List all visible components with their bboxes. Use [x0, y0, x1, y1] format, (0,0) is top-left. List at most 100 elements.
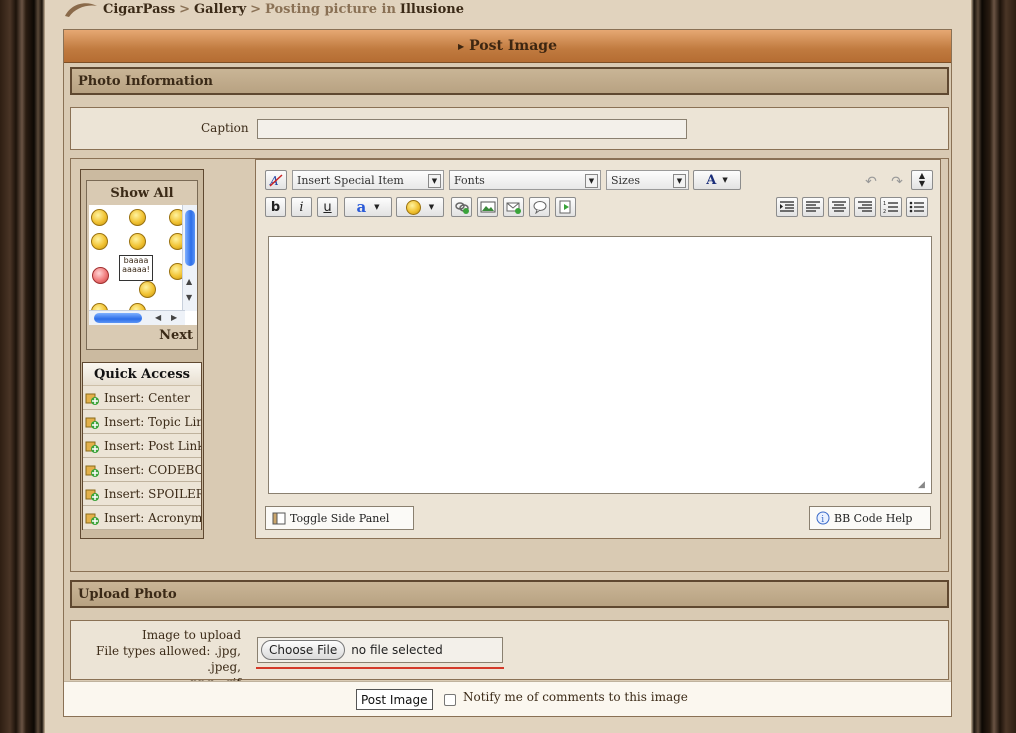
ordered-list-button[interactable]: 12 — [880, 197, 902, 217]
quick-insert-codebox[interactable]: Insert: CODEBOX — [83, 458, 201, 482]
message-textarea[interactable] — [268, 236, 932, 494]
file-upload-input[interactable]: Choose File no file selected — [257, 637, 503, 663]
quote-icon — [533, 201, 546, 214]
rich-text-editor: A Insert Special Item ▼ Fonts ▼ Sizes ▼ … — [255, 159, 941, 539]
scroll-left-icon[interactable]: ◀ — [155, 313, 161, 322]
insert-email-button[interactable] — [503, 197, 524, 217]
align-right-button[interactable] — [854, 197, 876, 217]
quick-insert-spoiler[interactable]: Insert: SPOILER — [83, 482, 201, 506]
scroll-thumb[interactable] — [94, 313, 142, 323]
insert-plus-icon — [85, 441, 99, 453]
notify-label[interactable]: Notify me of comments to this image — [463, 690, 688, 704]
smiley-vertical-scrollbar[interactable]: ▲ ▼ — [182, 205, 197, 311]
align-left-icon — [806, 201, 820, 212]
expand-vertical-icon: ▲ ▼ — [918, 171, 926, 188]
sizes-value: Sizes — [611, 173, 641, 187]
scroll-down-icon[interactable]: ▼ — [186, 293, 192, 302]
caption-input[interactable] — [257, 119, 687, 139]
scroll-thumb[interactable] — [185, 210, 195, 266]
quick-insert-center[interactable]: Insert: Center — [83, 386, 201, 410]
bbcode-help-label: BB Code Help — [834, 511, 913, 525]
smiley-icon — [405, 199, 421, 215]
quick-insert-post-link[interactable]: Insert: Post Link — [83, 434, 201, 458]
smiley-horizontal-scrollbar[interactable]: ◀ ▶ — [89, 310, 185, 325]
page-title-bar: ▶ Post Image — [64, 30, 951, 63]
smiley-icon[interactable] — [129, 209, 146, 226]
resize-editor-button[interactable]: ▲ ▼ — [911, 170, 933, 190]
insert-link-button[interactable] — [451, 197, 472, 217]
upload-panel: Image to upload File types allowed: .jpg… — [70, 620, 949, 690]
fonts-select[interactable]: Fonts ▼ — [449, 170, 601, 190]
next-smilies-link[interactable]: Next — [159, 328, 193, 343]
resize-grip-icon[interactable]: ◢ — [918, 480, 925, 490]
quick-item-label: Insert: SPOILER — [104, 486, 201, 501]
remove-format-button[interactable]: A — [265, 170, 287, 190]
toggle-side-panel-label: Toggle Side Panel — [290, 511, 390, 525]
svg-text:i: i — [821, 515, 824, 525]
site-logo-icon — [65, 3, 97, 17]
info-icon: i — [816, 511, 830, 525]
smiley-icon[interactable] — [91, 209, 108, 226]
post-image-button[interactable]: Post Image — [356, 689, 433, 710]
scroll-up-icon[interactable]: ▲ — [186, 277, 192, 286]
fonts-value: Fonts — [454, 173, 485, 187]
svg-text:1: 1 — [883, 201, 886, 207]
breadcrumb-site-link[interactable]: CigarPass — [103, 2, 175, 17]
breadcrumb-posting-prefix: Posting picture in — [265, 1, 396, 17]
choose-file-button[interactable]: Choose File — [261, 640, 346, 660]
no-file-selected-text: no file selected — [351, 643, 443, 657]
toggle-side-panel-button[interactable]: Toggle Side Panel — [265, 506, 414, 530]
insert-image-button[interactable] — [477, 197, 498, 217]
smilies-dropdown-button[interactable]: ▼ — [396, 197, 444, 217]
quick-item-label: Insert: CODEBOX — [104, 462, 201, 477]
insert-special-item-select[interactable]: Insert Special Item ▼ — [292, 170, 444, 190]
italic-button[interactable]: i — [291, 197, 312, 217]
image-to-upload-label: Image to upload — [141, 628, 241, 642]
undo-button[interactable]: ↶ — [861, 172, 881, 192]
chevron-down-icon: ▼ — [585, 174, 598, 188]
align-center-button[interactable] — [828, 197, 850, 217]
redo-button[interactable]: ↷ — [887, 172, 907, 192]
smiley-icon[interactable] — [129, 233, 146, 250]
editor-section: Show All baaaa aaaaa! ▲ ▼ ◀ ▶ Next Quick… — [70, 158, 949, 572]
upload-error-underline — [256, 667, 504, 669]
photo-information-title: Photo Information — [78, 73, 213, 89]
chevron-down-icon: ▼ — [722, 176, 728, 184]
text-color-button[interactable]: a ▼ — [344, 197, 392, 217]
insert-quote-button[interactable] — [529, 197, 550, 217]
side-panel: Show All baaaa aaaaa! ▲ ▼ ◀ ▶ Next Quick… — [80, 169, 204, 539]
right-frame — [971, 0, 1016, 733]
font-color-button[interactable]: A ▼ — [693, 170, 741, 190]
upload-photo-header: Upload Photo — [70, 580, 949, 608]
indent-button[interactable] — [776, 197, 798, 217]
sign-smiley-icon[interactable]: baaaa aaaaa! — [119, 255, 153, 281]
smiley-panel: Show All baaaa aaaaa! ▲ ▼ ◀ ▶ Next — [86, 180, 198, 350]
triangle-right-icon: ▶ — [458, 41, 465, 51]
quick-insert-topic-link[interactable]: Insert: Topic Link — [83, 410, 201, 434]
show-all-smilies-link[interactable]: Show All — [87, 181, 197, 205]
upload-photo-title: Upload Photo — [78, 586, 177, 602]
quick-insert-acronym[interactable]: Insert: Acronym — [83, 506, 201, 530]
underline-button[interactable]: u — [317, 197, 338, 217]
left-frame — [0, 0, 45, 733]
insert-media-button[interactable] — [555, 197, 576, 217]
redo-icon: ↷ — [891, 174, 903, 190]
insert-plus-icon — [85, 513, 99, 525]
text-color-icon: a — [356, 198, 367, 216]
breadcrumb-gallery-link[interactable]: Gallery — [194, 2, 246, 17]
love-smiley-icon[interactable] — [92, 267, 109, 284]
chevron-down-icon: ▼ — [374, 203, 380, 211]
bold-button[interactable]: b — [265, 197, 286, 217]
scroll-right-icon[interactable]: ▶ — [171, 313, 177, 322]
post-image-form: ▶ Post Image Photo Information Caption S… — [63, 29, 952, 717]
chevron-down-icon: ▼ — [428, 174, 441, 188]
bbcode-help-button[interactable]: i BB Code Help — [809, 506, 931, 530]
unordered-list-button[interactable] — [906, 197, 928, 217]
insert-plus-icon — [85, 465, 99, 477]
align-left-button[interactable] — [802, 197, 824, 217]
image-icon — [480, 201, 495, 213]
sizes-select[interactable]: Sizes ▼ — [606, 170, 689, 190]
notify-checkbox[interactable] — [444, 694, 456, 706]
breadcrumb-album-link[interactable]: Illusione — [400, 2, 464, 17]
smiley-icon[interactable] — [91, 233, 108, 250]
